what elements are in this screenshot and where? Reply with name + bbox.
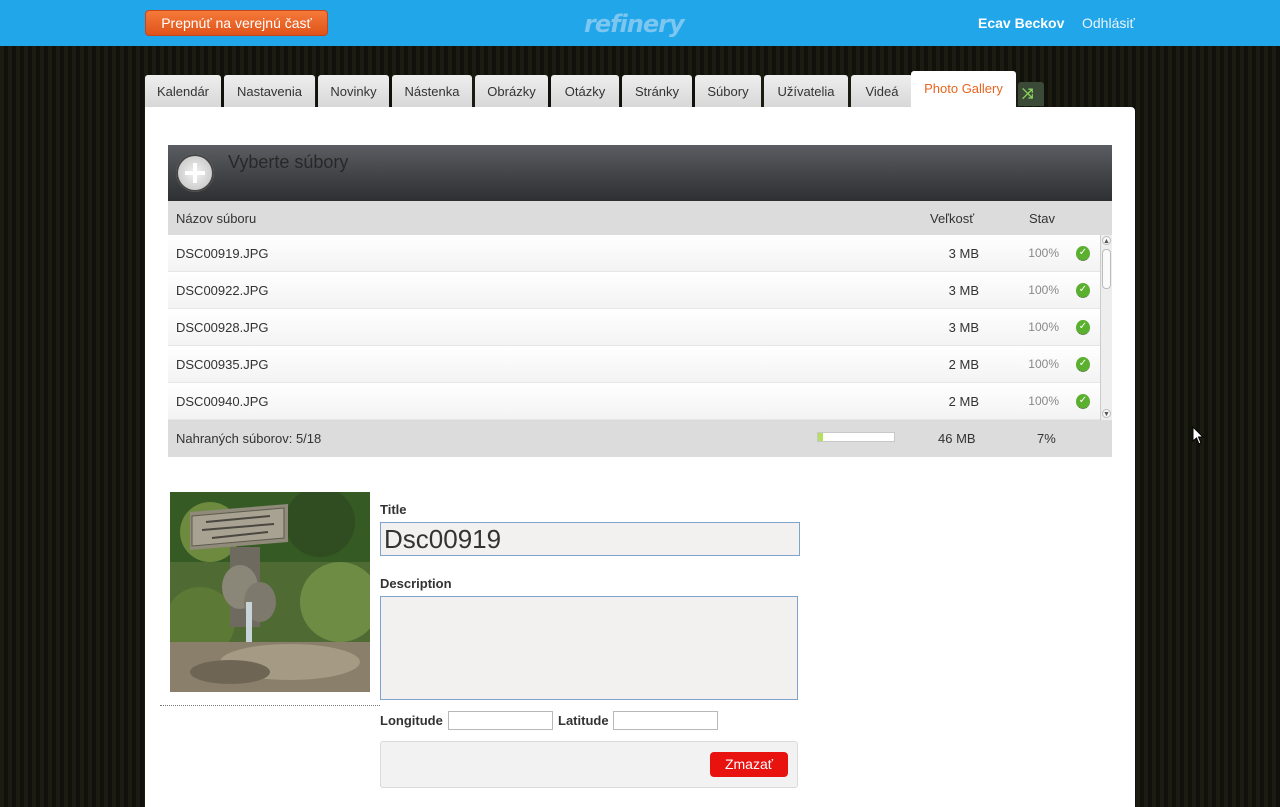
file-size: 3 MB [948,283,979,298]
file-size: 3 MB [948,320,979,335]
file-row[interactable]: DSC00940.JPG 2 MB 100% ✓ [168,383,1112,420]
description-textarea[interactable] [380,596,798,700]
check-icon: ✓ [1076,320,1090,335]
column-status: Stav [1029,211,1056,226]
refinery-logo: refinery [584,10,685,38]
add-files-button[interactable] [176,154,214,192]
scroll-up-icon[interactable]: ▲ [1102,236,1111,245]
longitude-input[interactable] [448,711,553,730]
photo-divider [160,705,380,706]
content-panel: Vyberte súbory Názov súboru Veľkosť Stav… [145,107,1135,807]
column-size: Veľkosť [930,211,975,226]
tab-subory[interactable]: Súbory [695,75,761,107]
file-progress: 100% [1028,246,1059,260]
tab-uzivatelia[interactable]: Užívatelia [764,75,848,107]
column-file-name: Názov súboru [176,211,257,226]
photo-thumbnail [170,492,370,692]
user-name: Ecav Beckov [978,15,1065,31]
uploader-title: Vyberte súbory [228,152,349,172]
total-progress-fill [818,433,824,441]
file-progress: 100% [1028,320,1059,334]
file-name: DSC00940.JPG [176,394,269,409]
top-bar: Prepnúť na verejnú časť refinery Ecav Be… [0,0,1280,46]
photo-image [170,492,370,692]
scroll-down-icon[interactable]: ▼ [1102,409,1111,418]
file-progress: 100% [1028,357,1059,371]
total-size: 46 MB [938,431,976,446]
delete-button[interactable]: Zmazať [710,752,788,777]
shuffle-tab-button[interactable]: ⤨ [1018,82,1044,106]
tab-novinky[interactable]: Novinky [318,75,389,107]
latitude-label: Latitude [558,713,609,728]
uploaded-count: Nahraných súborov: 5/18 [176,431,322,446]
file-size: 2 MB [948,394,979,409]
file-row[interactable]: DSC00928.JPG 3 MB 100% ✓ [168,309,1112,346]
tab-nastavenia[interactable]: Nastavenia [224,75,315,107]
tab-stranky[interactable]: Stránky [622,75,692,107]
title-input[interactable] [380,522,800,556]
file-progress: 100% [1028,283,1059,297]
photo-actions: Zmazať [380,741,798,788]
file-name: DSC00928.JPG [176,320,269,335]
logout-link[interactable]: Odhlásiť [1082,15,1135,31]
tab-kalendar[interactable]: Kalendár [145,75,221,107]
file-row[interactable]: DSC00922.JPG 3 MB 100% ✓ [168,272,1112,309]
file-row[interactable]: DSC00935.JPG 2 MB 100% ✓ [168,346,1112,383]
check-icon: ✓ [1076,246,1090,261]
file-name: DSC00935.JPG [176,357,269,372]
shuffle-icon: ⤨ [1022,85,1034,101]
check-icon: ✓ [1076,357,1090,372]
tab-otazky[interactable]: Otázky [551,75,619,107]
longitude-label: Longitude [380,713,443,728]
check-icon: ✓ [1076,283,1090,298]
file-size: 3 MB [948,246,979,261]
mouse-cursor-icon [1192,425,1205,445]
file-size: 2 MB [948,357,979,372]
title-label: Title [380,502,407,517]
file-progress: 100% [1028,394,1059,408]
total-percent: 7% [1037,431,1056,446]
tab-photo-gallery[interactable]: Photo Gallery [911,71,1016,107]
latitude-input[interactable] [613,711,718,730]
file-list: DSC00919.JPG 3 MB 100% ✓ DSC00922.JPG 3 … [168,235,1112,420]
file-uploader: Vyberte súbory Názov súboru Veľkosť Stav… [168,145,1112,457]
check-icon: ✓ [1076,394,1090,409]
total-progress-bar [817,432,895,442]
tab-obrazky[interactable]: Obrázky [475,75,548,107]
uploader-footer: Nahraných súborov: 5/18 46 MB 7% [168,420,1112,457]
file-row[interactable]: DSC00919.JPG 3 MB 100% ✓ [168,235,1112,272]
description-label: Description [380,576,452,591]
tab-videa[interactable]: Videá [851,75,913,107]
file-name: DSC00919.JPG [176,246,269,261]
uploader-header: Vyberte súbory [168,145,1112,201]
switch-to-public-button[interactable]: Prepnúť na verejnú časť [145,10,328,36]
tab-nastenka[interactable]: Nástenka [392,75,472,107]
file-list-header: Názov súboru Veľkosť Stav [168,201,1112,235]
scrollbar-thumb[interactable] [1102,249,1111,289]
file-list-scrollbar[interactable]: ▲ ▼ [1100,235,1112,420]
file-name: DSC00922.JPG [176,283,269,298]
